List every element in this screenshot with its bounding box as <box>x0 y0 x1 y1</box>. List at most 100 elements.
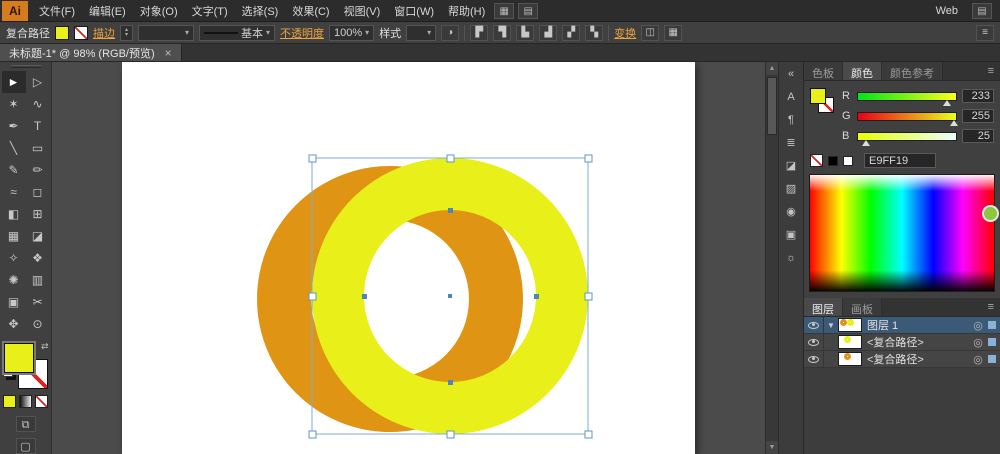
red-value-field[interactable]: 233 <box>962 89 994 103</box>
color-spectrum[interactable] <box>809 174 995 292</box>
scroll-track[interactable] <box>766 75 778 441</box>
stroke-color-swatch[interactable] <box>74 26 88 40</box>
menu-effect[interactable]: 效果(C) <box>285 0 336 23</box>
zoom-tool[interactable]: ⊙ <box>26 313 50 335</box>
align-h-center-icon[interactable]: ▜ <box>493 25 511 41</box>
green-slider-handle[interactable] <box>950 120 958 126</box>
tab-swatches[interactable]: 色板 <box>804 62 843 80</box>
red-slider[interactable] <box>857 92 957 101</box>
menu-view[interactable]: 视图(V) <box>337 0 388 23</box>
gradient-tool[interactable]: ◪ <box>26 225 50 247</box>
hex-field[interactable]: E9FF19 <box>864 153 936 168</box>
width-tool[interactable]: ≈ <box>2 181 26 203</box>
control-panel-menu-icon[interactable]: ≡ <box>976 25 994 41</box>
perspective-grid-tool[interactable]: ⊞ <box>26 203 50 225</box>
align-right-icon[interactable]: ▙ <box>516 25 534 41</box>
scroll-thumb[interactable] <box>767 77 777 135</box>
anchor-inner-bottom[interactable] <box>448 380 453 385</box>
panel-menu-icon[interactable]: ≡ <box>982 298 1000 316</box>
handle-top-left[interactable] <box>309 155 316 162</box>
layer-row-layer1[interactable]: ▼ 图层 1 ◎ <box>804 317 1000 334</box>
layer-name[interactable]: <复合路径> <box>867 351 970 367</box>
paragraph-panel-icon[interactable]: ¶ <box>781 111 801 130</box>
green-value-field[interactable]: 255 <box>962 109 994 123</box>
appearance-panel-icon[interactable]: ◉ <box>781 203 801 222</box>
screen-mode-icon[interactable]: ▢ <box>16 438 36 454</box>
canvas-pasteboard[interactable] <box>52 62 765 454</box>
scroll-up-icon[interactable]: ▲ <box>766 62 778 75</box>
artboard-tool[interactable]: ▣ <box>2 291 26 313</box>
symbols-panel-icon[interactable]: ☼ <box>781 249 801 268</box>
handle-bottom-left[interactable] <box>309 431 316 438</box>
red-slider-handle[interactable] <box>943 100 951 106</box>
selection-indicator[interactable] <box>988 355 996 363</box>
magic-wand-tool[interactable]: ✶ <box>2 93 26 115</box>
symbol-sprayer-tool[interactable]: ✺ <box>2 269 26 291</box>
color-group-badge[interactable] <box>982 205 999 222</box>
layout-icon[interactable]: ▤ <box>518 3 538 19</box>
handle-middle-left[interactable] <box>309 293 316 300</box>
handle-middle-right[interactable] <box>585 293 592 300</box>
handle-top-right[interactable] <box>585 155 592 162</box>
menu-type[interactable]: 文字(T) <box>185 0 235 23</box>
workspace-switcher[interactable]: Web <box>930 3 964 19</box>
none-swatch[interactable] <box>810 154 823 167</box>
anchor-center-point[interactable] <box>448 294 452 298</box>
align-bottom-icon[interactable]: ▚ <box>585 25 603 41</box>
opacity-dropdown[interactable]: 100% ▾ <box>329 25 374 41</box>
line-segment-tool[interactable]: ╲ <box>2 137 26 159</box>
selection-indicator[interactable] <box>988 321 996 329</box>
visibility-toggle[interactable] <box>804 334 824 350</box>
selection-tool[interactable]: ► <box>2 71 26 93</box>
graphic-styles-panel-icon[interactable]: ▣ <box>781 226 801 245</box>
close-icon[interactable]: × <box>165 46 172 60</box>
blue-slider-handle[interactable] <box>862 140 870 146</box>
handle-bottom-right[interactable] <box>585 431 592 438</box>
disclosure-triangle-icon[interactable]: ▼ <box>824 321 838 330</box>
paintbrush-tool[interactable]: ✎ <box>2 159 26 181</box>
none-mode-icon[interactable] <box>35 395 48 408</box>
document-tab[interactable]: 未标题-1* @ 98% (RGB/预览) × <box>0 44 182 61</box>
eyedropper-tool[interactable]: ✧ <box>2 247 26 269</box>
stroke-link[interactable]: 描边 <box>93 25 115 41</box>
menu-select[interactable]: 选择(S) <box>235 0 286 23</box>
slice-tool[interactable]: ✂ <box>26 291 50 313</box>
tab-color-guide[interactable]: 颜色参考 <box>882 62 943 80</box>
hand-tool[interactable]: ✥ <box>2 313 26 335</box>
layer-row-compound-path-1[interactable]: <复合路径> ◎ <box>804 334 1000 351</box>
green-slider[interactable] <box>857 112 957 121</box>
stroke-panel-icon[interactable]: ≣ <box>781 134 801 153</box>
blue-slider[interactable] <box>857 132 957 141</box>
character-panel-icon[interactable]: A <box>781 88 801 107</box>
scroll-down-icon[interactable]: ▼ <box>766 441 778 454</box>
visibility-toggle[interactable] <box>804 351 824 367</box>
anchor-inner-left[interactable] <box>362 294 367 299</box>
transparency-panel-icon[interactable]: ▨ <box>781 180 801 199</box>
direct-selection-tool[interactable]: ▷ <box>26 71 50 93</box>
recolor-artwork-icon[interactable]: ◑ <box>441 25 459 41</box>
gradient-panel-icon[interactable]: ◪ <box>781 157 801 176</box>
menu-edit[interactable]: 编辑(E) <box>82 0 133 23</box>
align-left-icon[interactable]: ▛ <box>470 25 488 41</box>
layer-name[interactable]: <复合路径> <box>867 334 970 350</box>
lasso-tool[interactable]: ∿ <box>26 93 50 115</box>
target-icon[interactable]: ◎ <box>970 319 986 332</box>
align-v-center-icon[interactable]: ▞ <box>562 25 580 41</box>
anchor-inner-right[interactable] <box>534 294 539 299</box>
target-icon[interactable]: ◎ <box>970 336 986 349</box>
gradient-mode-icon[interactable] <box>19 395 32 408</box>
mesh-tool[interactable]: ▦ <box>2 225 26 247</box>
stepper-down-icon[interactable]: ▾ <box>125 33 128 38</box>
handle-top-center[interactable] <box>447 155 454 162</box>
app-bar-panel-icon[interactable]: ▤ <box>972 3 992 19</box>
panel-menu-icon[interactable]: ≡ <box>982 62 1000 80</box>
arrange-documents-icon[interactable]: ▦ <box>494 3 514 19</box>
transform-link[interactable]: 变换 <box>614 25 636 41</box>
target-icon[interactable]: ◎ <box>970 353 986 366</box>
tab-artboards[interactable]: 画板 <box>843 298 882 316</box>
layer-name[interactable]: 图层 1 <box>867 317 970 333</box>
stroke-width-stepper[interactable]: ▴ ▾ <box>120 25 133 41</box>
type-tool[interactable]: T <box>26 115 50 137</box>
variable-width-dropdown[interactable]: ▾ <box>138 25 194 41</box>
opacity-link[interactable]: 不透明度 <box>280 25 324 41</box>
